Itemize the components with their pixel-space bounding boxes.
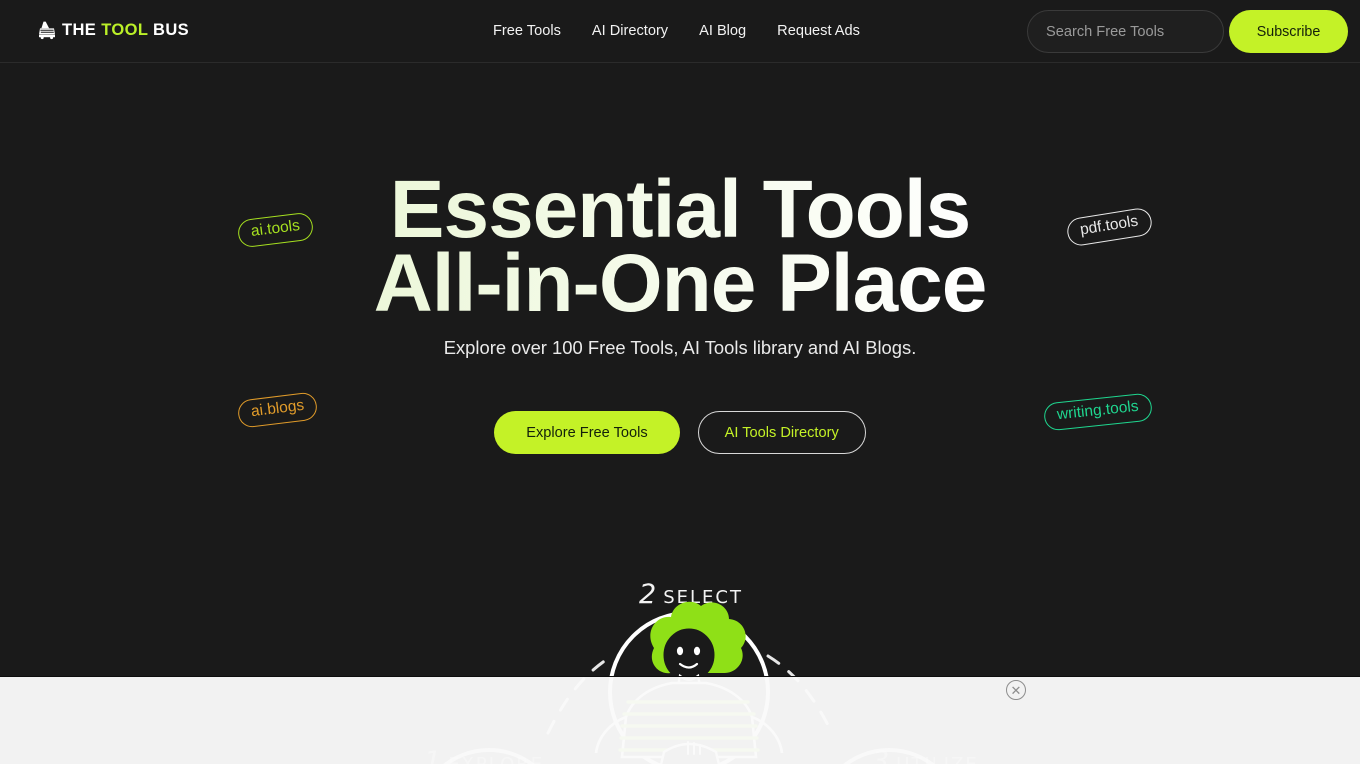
explore-free-tools-button[interactable]: Explore Free Tools <box>494 411 680 454</box>
headline-line-2: All-in-One Place <box>373 238 987 329</box>
nav-item-free-tools[interactable]: Free Tools <box>493 22 561 41</box>
logo-text-bus: BUS <box>148 20 190 39</box>
ai-tools-directory-button[interactable]: AI Tools Directory <box>697 411 866 454</box>
nav-item-request-ads[interactable]: Request Ads <box>777 22 860 41</box>
main-navigation: Free Tools AI Directory AI Blog Request … <box>493 22 860 41</box>
hero-subtitle: Explore over 100 Free Tools, AI Tools li… <box>443 337 917 358</box>
bus-icon <box>36 20 58 40</box>
nav-item-ai-blog[interactable]: AI Blog <box>699 22 746 41</box>
logo-wordmark: THE TOOL BUS <box>62 22 189 39</box>
site-header: THE TOOL BUS Free Tools AI Directory AI … <box>0 0 1360 63</box>
nav-item-ai-directory[interactable]: AI Directory <box>592 22 668 41</box>
close-icon[interactable]: ✕ <box>1006 680 1026 700</box>
ad-banner-overlay[interactable] <box>0 676 1360 764</box>
search-input[interactable] <box>1027 10 1224 53</box>
search-container <box>1027 10 1224 53</box>
hero-cta-row: Explore Free Tools AI Tools Directory <box>0 411 1360 454</box>
logo-text-tool: TOOL <box>101 20 149 39</box>
logo-text-the: THE <box>62 20 102 39</box>
site-logo[interactable]: THE TOOL BUS <box>36 20 189 40</box>
subscribe-button[interactable]: Subscribe <box>1229 10 1348 53</box>
page-title: Essential Tools All-in-One Place <box>0 173 1360 321</box>
page-root: THE TOOL BUS Free Tools AI Directory AI … <box>0 0 1360 764</box>
headline-line-1: Essential Tools <box>389 164 971 255</box>
hero-section: ai.tools pdf.tools ai.blogs writing.tool… <box>0 63 1360 764</box>
